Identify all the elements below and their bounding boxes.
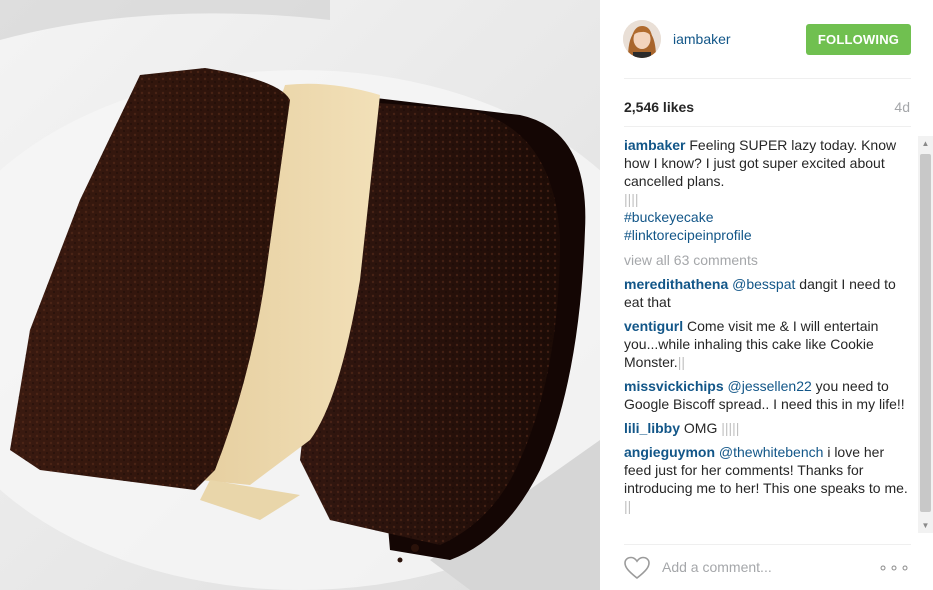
post-photo[interactable] — [0, 0, 600, 590]
avatar-image — [623, 20, 661, 58]
caption: iambaker Feeling SUPER lazy today. Know … — [624, 136, 914, 244]
add-comment-row: Add a comment... ∘∘∘ — [600, 545, 933, 590]
cake-illustration — [0, 0, 600, 590]
post-details-panel: iambaker FOLLOWING 2,546 likes 4d iambak… — [600, 0, 933, 590]
comment-mention[interactable]: @jessellen22 — [728, 378, 812, 394]
author-avatar[interactable] — [623, 20, 661, 58]
comment-username[interactable]: meredithathena — [624, 276, 728, 292]
comment-item: angieguymon @thewhitebench i love her fe… — [624, 443, 914, 515]
scroll-down-arrow-icon[interactable]: ▼ — [918, 518, 933, 533]
add-comment-input[interactable]: Add a comment... — [662, 559, 772, 575]
scroll-up-arrow-icon[interactable]: ▲ — [918, 136, 933, 151]
author-username[interactable]: iambaker — [673, 31, 731, 47]
comment-username[interactable]: missvickichips — [624, 378, 724, 394]
comments-scrollbar[interactable]: ▲ ▼ — [918, 136, 933, 533]
header-divider — [624, 78, 911, 79]
post-header: iambaker FOLLOWING — [600, 0, 933, 78]
post-age[interactable]: 4d — [894, 99, 910, 115]
comment-item: missvickichips @jessellen22 you need to … — [624, 377, 914, 413]
comment-mention[interactable]: @besspat — [732, 276, 795, 292]
comment-mention[interactable]: @thewhitebench — [719, 444, 824, 460]
comment-username[interactable]: lili_libby — [624, 420, 680, 436]
comment-username[interactable]: ventigurl — [624, 318, 683, 334]
comment-item: meredithathena @besspat dangit I need to… — [624, 275, 914, 311]
more-options-icon[interactable]: ∘∘∘ — [878, 558, 911, 578]
caption-username[interactable]: iambaker — [624, 137, 685, 153]
comment-username[interactable]: angieguymon — [624, 444, 715, 460]
following-button[interactable]: FOLLOWING — [806, 24, 911, 55]
comment-text: OMG — [683, 420, 718, 436]
comments-list: iambaker Feeling SUPER lazy today. Know … — [624, 136, 914, 536]
comment-item: lili_libby OMG ||||| — [624, 419, 914, 437]
likes-count[interactable]: 2,546 likes — [624, 99, 694, 115]
hashtag-link[interactable]: #linktorecipeinprofile — [624, 227, 752, 243]
comment-emoji: ||||| — [721, 420, 740, 436]
hashtag-link[interactable]: #buckeyecake — [624, 209, 714, 225]
comment-emoji: || — [624, 498, 632, 514]
comment-emoji: || — [677, 354, 685, 370]
scrollbar-thumb[interactable] — [920, 154, 931, 512]
heart-outline-icon[interactable] — [624, 556, 650, 580]
comment-item: ventigurl Come visit me & I will enterta… — [624, 317, 914, 371]
caption-emoji: |||| — [624, 191, 639, 207]
likes-divider — [624, 126, 911, 127]
view-all-comments-link[interactable]: view all 63 comments — [624, 251, 914, 269]
